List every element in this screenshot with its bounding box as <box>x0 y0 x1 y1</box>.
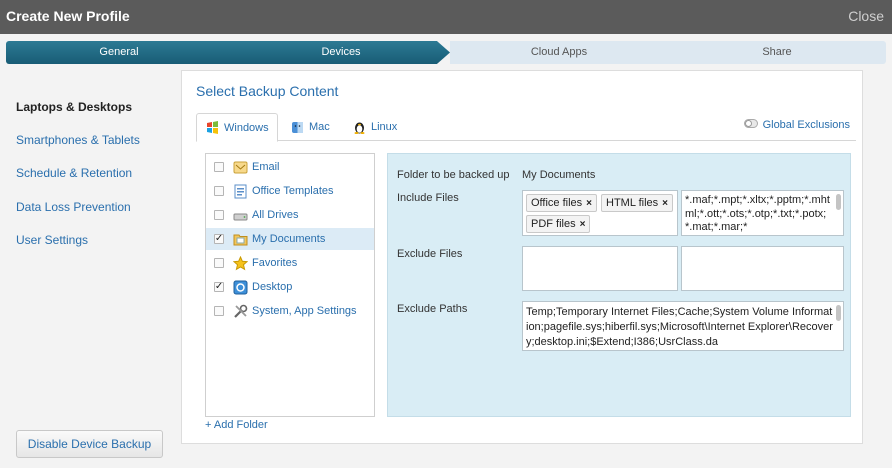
sidebar-item-user-settings[interactable]: User Settings <box>16 233 88 247</box>
step-share[interactable]: Share <box>668 41 886 64</box>
folder-label: Office Templates <box>252 185 334 197</box>
folder-icon <box>233 232 248 247</box>
scrollbar[interactable] <box>836 194 841 210</box>
tab-mac[interactable]: Mac <box>282 113 338 141</box>
tab-windows-label: Windows <box>224 121 269 134</box>
exclude-paths-field[interactable]: Temp;Temporary Internet Files;Cache;Syst… <box>522 301 844 351</box>
scrollbar[interactable] <box>836 305 841 321</box>
folder-item-all-drives[interactable]: All Drives <box>206 204 374 226</box>
global-exclusions-label: Global Exclusions <box>762 119 850 131</box>
checkbox[interactable] <box>214 186 224 196</box>
tab-windows[interactable]: Windows <box>196 113 278 142</box>
add-folder-link[interactable]: + Add Folder <box>205 419 268 431</box>
title-bar: Create New Profile Close <box>0 0 892 34</box>
checkbox[interactable] <box>214 258 224 268</box>
include-extensions-field[interactable]: *.maf;*.mpt;*.xltx;*.pptm;*.mhtml;*.ott;… <box>681 190 844 236</box>
tag-label: HTML files <box>606 197 659 209</box>
folder-label: My Documents <box>252 233 326 245</box>
include-files-label: Include Files <box>397 192 459 204</box>
include-file-types-field[interactable]: Office files × HTML files × PDF files × <box>522 190 678 236</box>
exclude-extensions-field[interactable] <box>681 246 844 291</box>
linux-penguin-icon <box>352 120 366 134</box>
tag-label: Office files <box>531 197 583 209</box>
step-general[interactable]: General <box>6 41 232 64</box>
exclude-files-label: Exclude Files <box>397 248 463 260</box>
exclude-file-types-field[interactable] <box>522 246 678 291</box>
section-title: Select Backup Content <box>196 83 339 99</box>
tag-label: PDF files <box>531 218 576 230</box>
windows-logo-icon <box>205 121 219 135</box>
tools-icon <box>233 304 248 319</box>
checkbox[interactable]: ✓ <box>214 282 224 292</box>
sidebar-item-data-loss-prevention[interactable]: Data Loss Prevention <box>16 200 131 214</box>
tab-linux-label: Linux <box>371 121 398 133</box>
tab-mac-label: Mac <box>309 121 330 133</box>
tab-linux[interactable]: Linux <box>344 113 405 141</box>
remove-tag-icon[interactable]: × <box>586 198 592 209</box>
global-exclusions-link[interactable]: Global Exclusions <box>743 119 850 131</box>
folder-details-panel: Folder to be backed up My Documents Incl… <box>387 153 851 417</box>
include-tag-pdf-files: PDF files × <box>526 215 591 233</box>
exclude-paths-label: Exclude Paths <box>397 303 468 315</box>
mac-finder-icon <box>290 120 304 134</box>
wizard-steps: General Devices Cloud Apps Share <box>6 41 886 64</box>
sidebar: Laptops & Desktops Smartphones & Tablets… <box>6 70 181 465</box>
remove-tag-icon[interactable]: × <box>580 219 586 230</box>
sidebar-item-smartphones-tablets[interactable]: Smartphones & Tablets <box>16 133 140 147</box>
email-icon <box>233 160 248 175</box>
toggle-icon <box>743 119 758 131</box>
folder-item-desktop[interactable]: ✓ Desktop <box>206 276 374 298</box>
folder-label: Favorites <box>252 257 298 269</box>
folder-list: Email Office Templates All Drives ✓ My D… <box>205 153 375 417</box>
remove-tag-icon[interactable]: × <box>662 198 668 209</box>
sidebar-item-laptops-desktops[interactable]: Laptops & Desktops <box>16 100 132 114</box>
step-devices[interactable]: Devices <box>232 41 450 64</box>
step-cloud-apps[interactable]: Cloud Apps <box>450 41 668 64</box>
folder-label: Email <box>252 161 280 173</box>
folder-item-office-templates[interactable]: Office Templates <box>206 180 374 202</box>
checkbox[interactable] <box>214 162 224 172</box>
checkbox[interactable]: ✓ <box>214 234 224 244</box>
disable-device-backup-button[interactable]: Disable Device Backup <box>16 430 163 458</box>
sidebar-item-schedule-retention[interactable]: Schedule & Retention <box>16 166 132 180</box>
folder-label: System, App Settings <box>252 305 357 317</box>
desktop-icon <box>233 280 248 295</box>
include-tag-html-files: HTML files × <box>601 194 673 212</box>
folder-label: All Drives <box>252 209 299 221</box>
folder-to-backup-label: Folder to be backed up <box>397 169 510 181</box>
include-tag-office-files: Office files × <box>526 194 597 212</box>
folder-item-favorites[interactable]: Favorites <box>206 252 374 274</box>
star-icon <box>233 255 248 271</box>
checkbox[interactable] <box>214 306 224 316</box>
folder-item-system-app-settings[interactable]: System, App Settings <box>206 300 374 322</box>
close-button[interactable]: Close <box>848 8 884 24</box>
folder-to-backup-value: My Documents <box>522 169 596 181</box>
document-icon <box>233 184 248 199</box>
drive-icon <box>233 208 248 223</box>
folder-label: Desktop <box>252 281 293 293</box>
checkbox[interactable] <box>214 210 224 220</box>
folder-item-email[interactable]: Email <box>206 156 374 178</box>
exclude-paths-text: Temp;Temporary Internet Files;Cache;Syst… <box>526 306 833 348</box>
window-title: Create New Profile <box>6 8 130 24</box>
folder-item-my-documents[interactable]: ✓ My Documents <box>206 228 374 250</box>
include-extensions-text: *.maf;*.mpt;*.xltx;*.pptm;*.mhtml;*.ott;… <box>685 194 830 233</box>
main-panel: Select Backup Content Windows Mac Linux … <box>181 70 863 444</box>
